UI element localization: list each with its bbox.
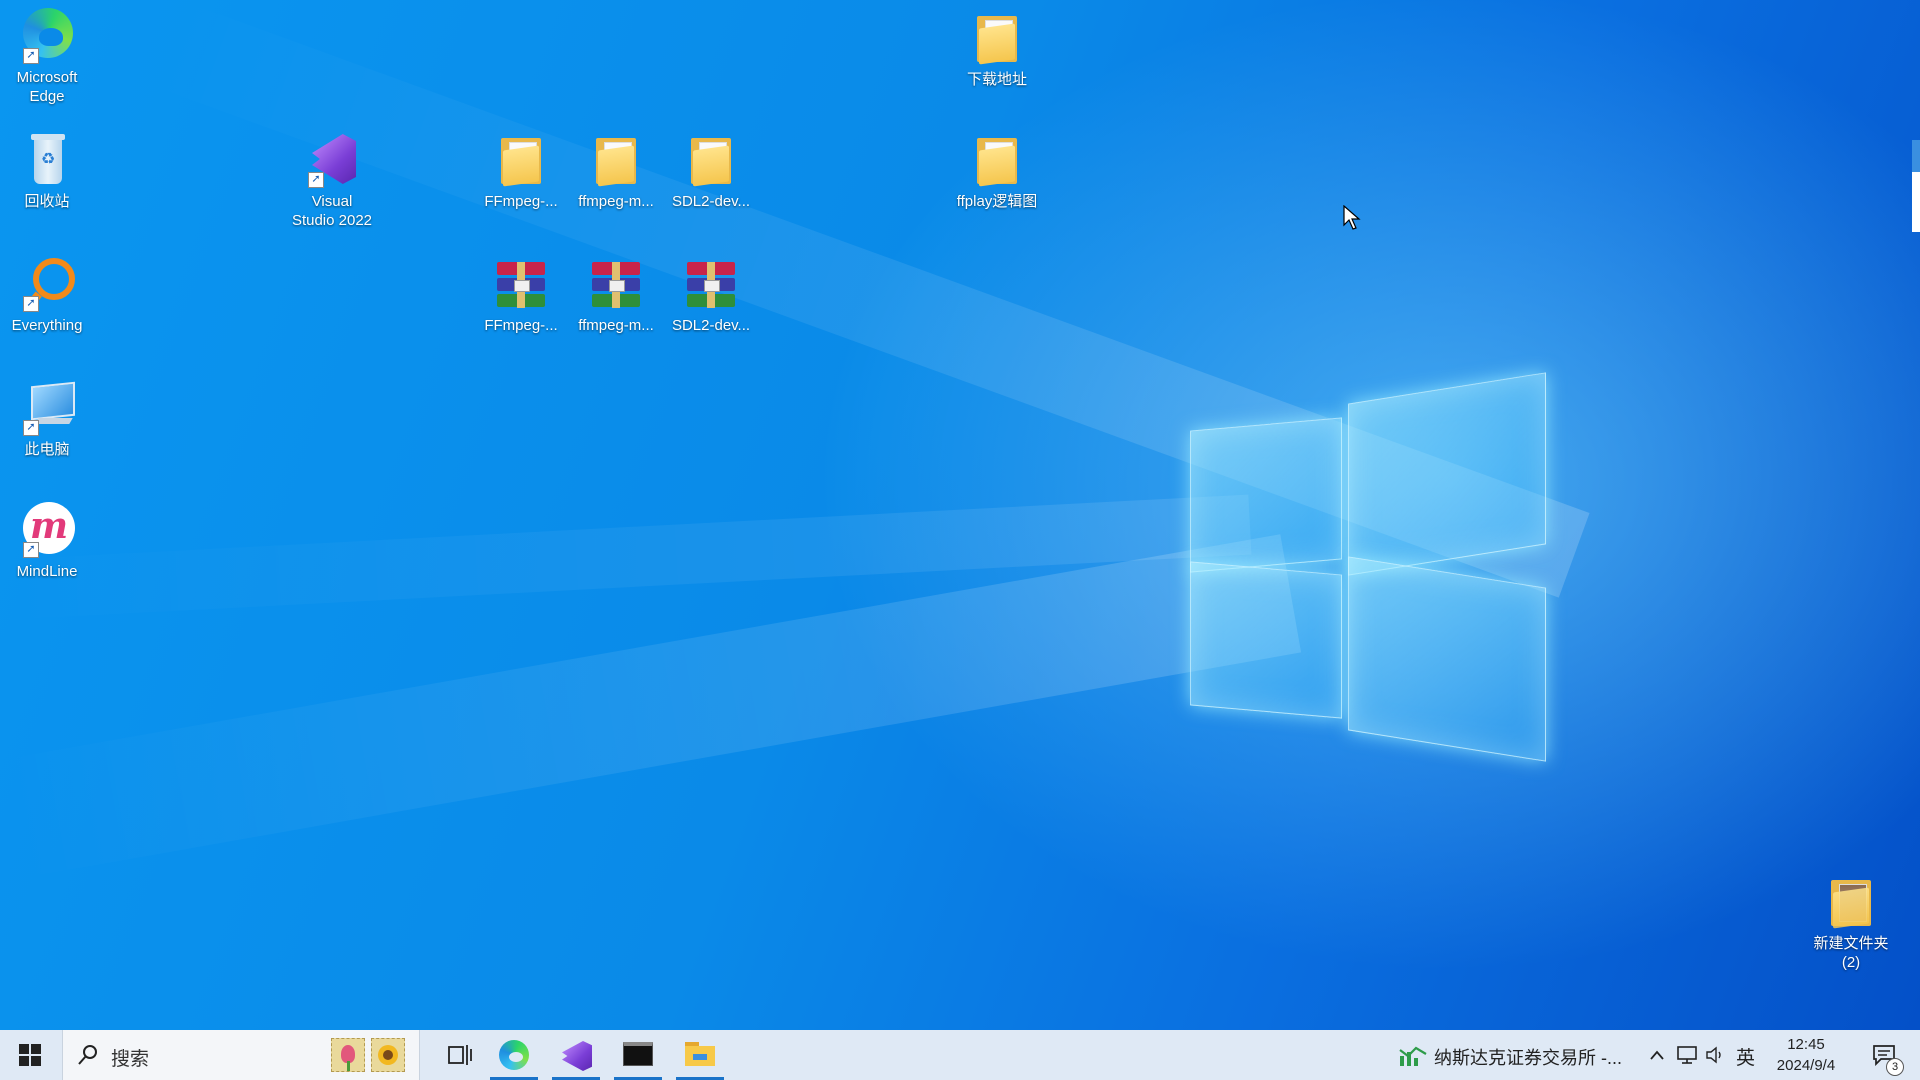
volume-icon[interactable] <box>1705 1045 1725 1065</box>
icon-label: FFmpeg-... <box>484 193 558 210</box>
taskbar: 搜索 纳斯达克证券交易所 -... 英 12:45 2024/9/4 3 <box>0 1030 1920 1080</box>
desktop-icon-mindline[interactable]: m ➚ MindLine <box>0 500 94 581</box>
icon-label: Edge <box>29 88 65 105</box>
clock-time: 12:45 <box>1787 1036 1825 1053</box>
icon-label: Visual <box>311 193 353 210</box>
taskbar-app-terminal[interactable] <box>610 1030 666 1080</box>
winrar-archive-icon <box>491 254 551 314</box>
shortcut-arrow-icon: ➚ <box>23 420 39 436</box>
start-button[interactable] <box>0 1030 60 1080</box>
windows-logo-wallpaper <box>1190 372 1550 762</box>
edge-icon <box>499 1040 529 1070</box>
desktop-archive-ffmpeg[interactable]: FFmpeg-... <box>474 254 568 335</box>
desktop-icon-visual-studio-2022[interactable]: ➚ Visual Studio 2022 <box>285 130 379 230</box>
search-icon <box>78 1045 97 1065</box>
desktop-archive-sdl2[interactable]: SDL2-dev... <box>664 254 758 335</box>
clock[interactable]: 12:45 2024/9/4 <box>1768 1034 1844 1076</box>
folder-icon <box>586 130 646 190</box>
visual-studio-icon <box>562 1041 592 1071</box>
notification-count-badge: 3 <box>1886 1058 1904 1076</box>
task-view-button[interactable] <box>432 1030 488 1080</box>
icon-label: Microsoft <box>16 69 78 86</box>
desktop[interactable]: ➚ Microsoft Edge ♻ 回收站 ➚ Everything ➚ 此电… <box>0 0 1920 1030</box>
icon-label: MindLine <box>16 563 78 580</box>
ime-indicator[interactable]: 英 <box>1736 1043 1755 1070</box>
icon-label: (2) <box>1841 954 1861 971</box>
icon-label: 回收站 <box>24 193 70 210</box>
shortcut-arrow-icon: ➚ <box>23 296 39 312</box>
shortcut-arrow-icon: ➚ <box>308 172 324 188</box>
winrar-archive-icon <box>681 254 741 314</box>
recycle-bin-icon: ♻ <box>17 130 77 190</box>
desktop-icon-this-pc[interactable]: ➚ 此电脑 <box>0 378 94 459</box>
folder-icon <box>967 8 1027 68</box>
icon-label: 此电脑 <box>24 441 70 458</box>
file-explorer-icon <box>685 1042 715 1066</box>
folder-icon <box>681 130 741 190</box>
desktop-folder-download-address[interactable]: 下载地址 <box>950 8 1044 89</box>
icon-label: ffmpeg-m... <box>578 317 654 334</box>
icon-label: FFmpeg-... <box>484 317 558 334</box>
taskbar-app-visual-studio[interactable] <box>548 1030 604 1080</box>
clock-date: 2024/9/4 <box>1776 1057 1836 1074</box>
desktop-folder-new-2[interactable]: 新建文件夹 (2) <box>1804 872 1898 972</box>
desktop-folder-sdl2[interactable]: SDL2-dev... <box>664 130 758 211</box>
taskbar-app-edge[interactable] <box>486 1030 542 1080</box>
folder-with-image-icon <box>1821 872 1881 932</box>
desktop-folder-ffplay-diagram[interactable]: ffplay逻辑图 <box>950 130 1044 211</box>
stock-chart-icon <box>1399 1046 1427 1066</box>
shortcut-arrow-icon: ➚ <box>23 542 39 558</box>
icon-label: ffmpeg-m... <box>578 193 654 210</box>
folder-icon <box>491 130 551 190</box>
icon-label: 下载地址 <box>966 71 1027 88</box>
desktop-folder-ffmpeg[interactable]: FFmpeg-... <box>474 130 568 211</box>
search-highlight-image <box>331 1038 407 1072</box>
action-center-button[interactable]: 3 <box>1862 1030 1912 1080</box>
desktop-archive-ffmpeg-m[interactable]: ffmpeg-m... <box>569 254 663 335</box>
icon-label: Everything <box>11 317 83 334</box>
desktop-icon-everything[interactable]: ➚ Everything <box>0 254 94 335</box>
desktop-folder-ffmpeg-m[interactable]: ffmpeg-m... <box>569 130 663 211</box>
network-icon[interactable] <box>1676 1045 1698 1065</box>
taskbar-app-file-explorer[interactable] <box>672 1030 728 1080</box>
icon-label: SDL2-dev... <box>671 317 751 334</box>
icon-label: Studio 2022 <box>291 212 373 229</box>
edge-icon: ➚ <box>17 6 77 66</box>
desktop-icon-microsoft-edge[interactable]: ➚ Microsoft Edge <box>0 6 94 106</box>
visual-studio-icon: ➚ <box>302 130 362 190</box>
show-hidden-icons-chevron-icon[interactable] <box>1649 1049 1665 1061</box>
icon-label: 新建文件夹 <box>1813 935 1889 952</box>
folder-icon <box>967 130 1027 190</box>
windows-logo-icon <box>19 1044 41 1066</box>
edge-indicator <box>1912 140 1920 232</box>
desktop-icon-recycle-bin[interactable]: ♻ 回收站 <box>0 130 94 211</box>
search-placeholder: 搜索 <box>111 1049 150 1070</box>
terminal-icon <box>623 1042 653 1066</box>
news-widget-text: 纳斯达克证券交易所 -... <box>1434 1048 1622 1068</box>
icon-label: ffplay逻辑图 <box>956 193 1038 210</box>
winrar-archive-icon <box>586 254 646 314</box>
shortcut-arrow-icon: ➚ <box>23 48 39 64</box>
computer-icon: ➚ <box>17 378 77 438</box>
mindline-icon: m ➚ <box>17 500 77 560</box>
taskbar-search-box[interactable]: 搜索 <box>62 1030 420 1080</box>
task-view-icon <box>448 1045 472 1065</box>
icon-label: SDL2-dev... <box>671 193 751 210</box>
everything-search-icon: ➚ <box>17 254 77 314</box>
